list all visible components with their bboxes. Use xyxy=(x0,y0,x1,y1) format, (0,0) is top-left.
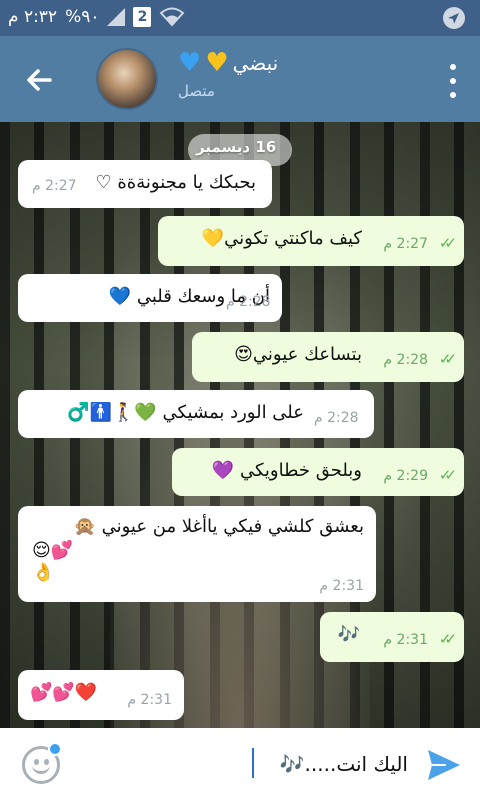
message-time: 2:28 م xyxy=(383,352,428,368)
message-bubble-outgoing[interactable]: كيف ماكنتي تكوني💛 2:27 م ✓✓ xyxy=(158,216,464,266)
message-text-line1: بعشق كلشي فيكي ياأغلا من عيوني 🙊 xyxy=(73,516,364,537)
menu-dot xyxy=(450,92,456,98)
contact-info[interactable]: ♥ ♥ نبضي متصل xyxy=(178,50,398,100)
battery-level: %٩٠ xyxy=(65,7,100,27)
message-text-line3: 👌 xyxy=(32,562,55,583)
avatar[interactable] xyxy=(96,48,158,110)
message-bubble-outgoing[interactable]: 🎶 2:31 م ✓✓ xyxy=(320,612,464,662)
message-bubble-outgoing[interactable]: بتساعك عيوني😍 2:28 م ✓✓ xyxy=(192,332,464,382)
message-time: 2:27 م xyxy=(32,178,77,194)
sim-badge: 2 xyxy=(133,7,152,27)
message-text: 🎶 xyxy=(337,624,360,645)
message-time: 2:31 م xyxy=(383,632,428,648)
message-time: 2:27 م xyxy=(383,236,428,252)
message-text: 💕💕❤️ xyxy=(30,682,98,703)
message-bubble-incoming[interactable]: أن ما وسعك قلبي 💙 2:28 م xyxy=(18,274,282,322)
message-time: 2:31 م xyxy=(319,578,364,594)
date-label: 16 ديسمبر xyxy=(196,138,277,156)
more-menu-icon[interactable] xyxy=(448,64,458,98)
status-bar: ٢:٣٢ م %٩٠ 2 xyxy=(0,0,480,36)
read-checks-icon: ✓✓ xyxy=(438,234,457,252)
contact-name-line: ♥ ♥ نبضي xyxy=(178,50,398,76)
clock: ٢:٣٢ م xyxy=(8,7,58,27)
contact-name: نبضي xyxy=(232,51,279,75)
chat-header: ♥ ♥ نبضي متصل xyxy=(0,36,480,122)
message-time: 2:29 م xyxy=(383,468,428,484)
message-bubble-incoming[interactable]: 💕💕❤️ 2:31 م xyxy=(18,670,184,720)
location-arrow-icon xyxy=(443,7,465,29)
status-left: ٢:٣٢ م %٩٠ 2 xyxy=(8,7,185,27)
message-time: 2:28 م xyxy=(226,294,271,310)
message-bubble-incoming[interactable]: بعشق كلشي فيكي ياأغلا من عيوني 🙊 😌💕 👌 2:… xyxy=(18,506,376,602)
message-time: 2:28 م xyxy=(314,410,359,426)
message-bubble-incoming[interactable]: على الورد بمشيكي 💚🚶‍♀️🚹♂️ 2:28 م xyxy=(18,390,374,438)
read-checks-icon: ✓✓ xyxy=(438,350,457,368)
notification-dot xyxy=(48,742,62,756)
message-bubble-incoming[interactable]: بحبكك يا مجنونةةة ♡ 2:27 م xyxy=(18,160,272,208)
chat-area[interactable]: 16 ديسمبر بحبكك يا مجنونةةة ♡ 2:27 م كيف… xyxy=(0,122,480,728)
read-checks-icon: ✓✓ xyxy=(438,466,457,484)
yellow-heart-icon: ♥ xyxy=(205,48,229,78)
signal-icon xyxy=(107,8,126,26)
back-arrow-icon[interactable] xyxy=(18,58,62,102)
message-text: بتساعك عيوني😍 xyxy=(234,344,362,365)
blue-heart-icon: ♥ xyxy=(178,48,202,78)
message-time: 2:31 م xyxy=(127,692,172,708)
read-checks-icon: ✓✓ xyxy=(438,630,457,648)
message-text: كيف ماكنتي تكوني💛 xyxy=(201,228,362,249)
message-input[interactable] xyxy=(80,744,408,784)
menu-dot xyxy=(450,78,456,84)
wifi-icon xyxy=(160,7,185,27)
message-text: بحبكك يا مجنونةةة ♡ xyxy=(95,172,256,193)
message-input-bar xyxy=(0,728,480,800)
message-bubble-outgoing[interactable]: وبلحق خطاويكي 💜 2:29 م ✓✓ xyxy=(172,448,464,496)
emoji-mouth xyxy=(32,765,50,774)
text-cursor xyxy=(252,748,254,778)
send-icon[interactable] xyxy=(426,748,462,782)
contact-status: متصل xyxy=(178,82,215,100)
message-text-line2: 😌💕 xyxy=(32,540,74,561)
menu-dot xyxy=(450,64,456,70)
message-text: وبلحق خطاويكي 💜 xyxy=(211,460,362,481)
message-text: على الورد بمشيكي 💚🚶‍♀️🚹♂️ xyxy=(67,402,304,423)
